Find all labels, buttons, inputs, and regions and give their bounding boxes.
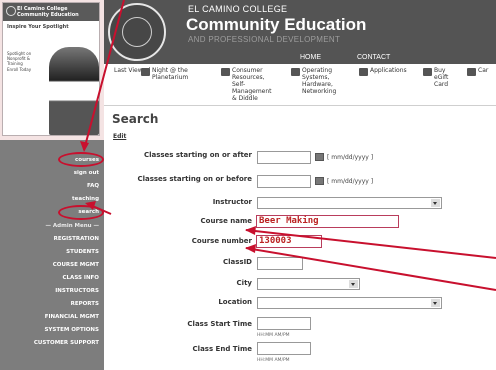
screenshot: El Camino College Community Education In…	[0, 0, 496, 370]
arrowhead-icon	[245, 244, 256, 253]
arrowhead-icon	[245, 226, 256, 235]
arrow-to-courses	[83, 0, 125, 151]
arrowhead-icon	[85, 201, 96, 210]
annotation-arrows	[80, 0, 496, 291]
arrowhead-icon	[80, 141, 89, 152]
